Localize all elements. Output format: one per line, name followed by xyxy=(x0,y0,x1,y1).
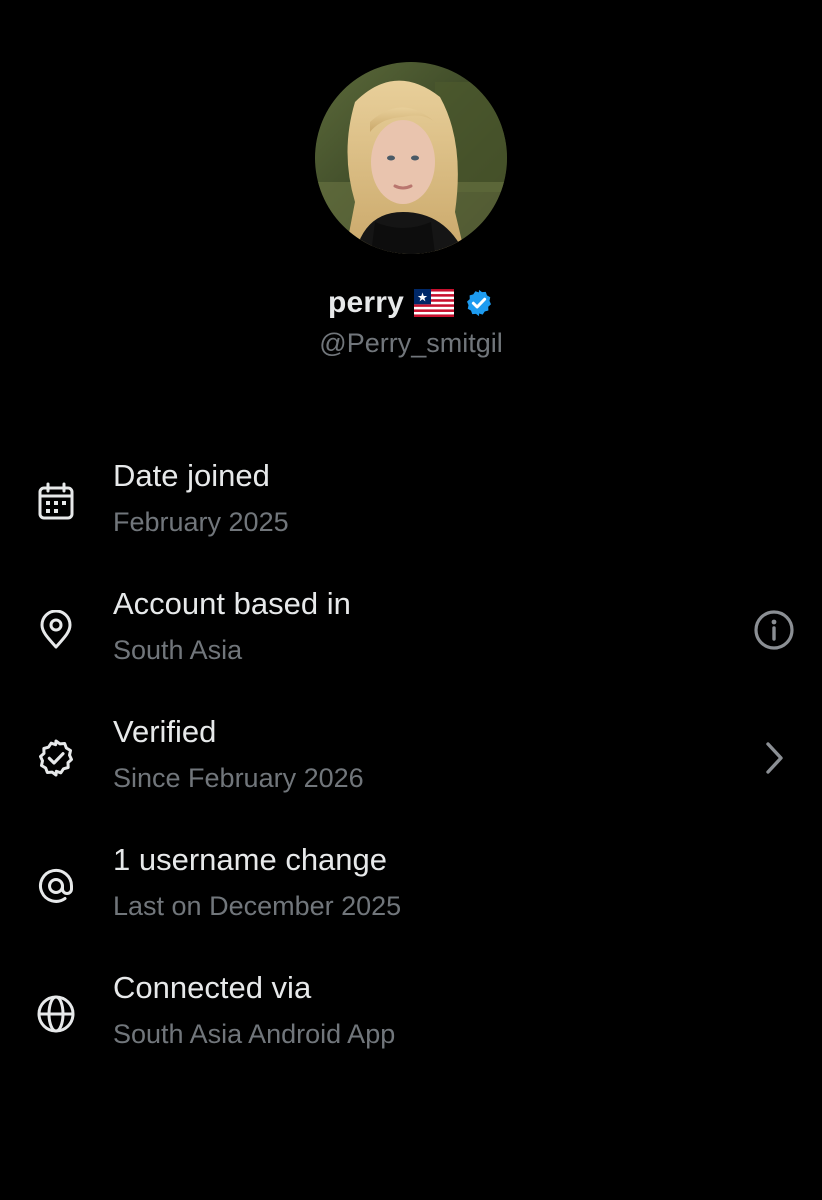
verified-badge-icon[interactable] xyxy=(464,288,494,318)
row-subtitle: Since February 2026 xyxy=(113,763,364,793)
row-title: Connected via xyxy=(113,970,312,1005)
name-line: perry xyxy=(0,286,822,320)
username-handle: @Perry_smitgil xyxy=(319,328,503,358)
row-title: Account based in xyxy=(113,586,351,621)
liberia-flag-icon xyxy=(414,289,455,317)
row-title: Verified xyxy=(113,714,217,749)
row-title: Date joined xyxy=(113,458,270,493)
info-row-account-based-in: Account based in South Asia xyxy=(0,568,822,696)
row-subtitle: South Asia xyxy=(113,635,243,665)
info-row-date-joined: Date joined February 2025 xyxy=(0,440,822,568)
profile-header: perry @Perry_smitgil xyxy=(0,0,822,380)
avatar[interactable] xyxy=(315,62,507,254)
account-info-list: Date joined February 2025 Account based … xyxy=(0,440,822,1080)
chevron-right-icon[interactable] xyxy=(750,734,798,782)
info-icon[interactable] xyxy=(750,606,798,654)
calendar-icon xyxy=(34,480,78,524)
row-subtitle: February 2025 xyxy=(113,507,289,537)
row-title: 1 username change xyxy=(113,842,388,877)
row-subtitle: South Asia Android App xyxy=(113,1019,396,1049)
display-name: perry xyxy=(327,286,405,319)
info-row-connected-via: Connected via South Asia Android App xyxy=(0,952,822,1080)
row-subtitle: Last on December 2025 xyxy=(113,891,402,921)
globe-icon xyxy=(34,992,78,1036)
verified-outline-icon xyxy=(34,736,78,780)
location-pin-icon xyxy=(34,608,78,652)
info-row-username-change: 1 username change Last on December 2025 xyxy=(0,824,822,952)
at-sign-icon xyxy=(34,864,78,908)
info-row-verified[interactable]: Verified Since February 2026 xyxy=(0,696,822,824)
